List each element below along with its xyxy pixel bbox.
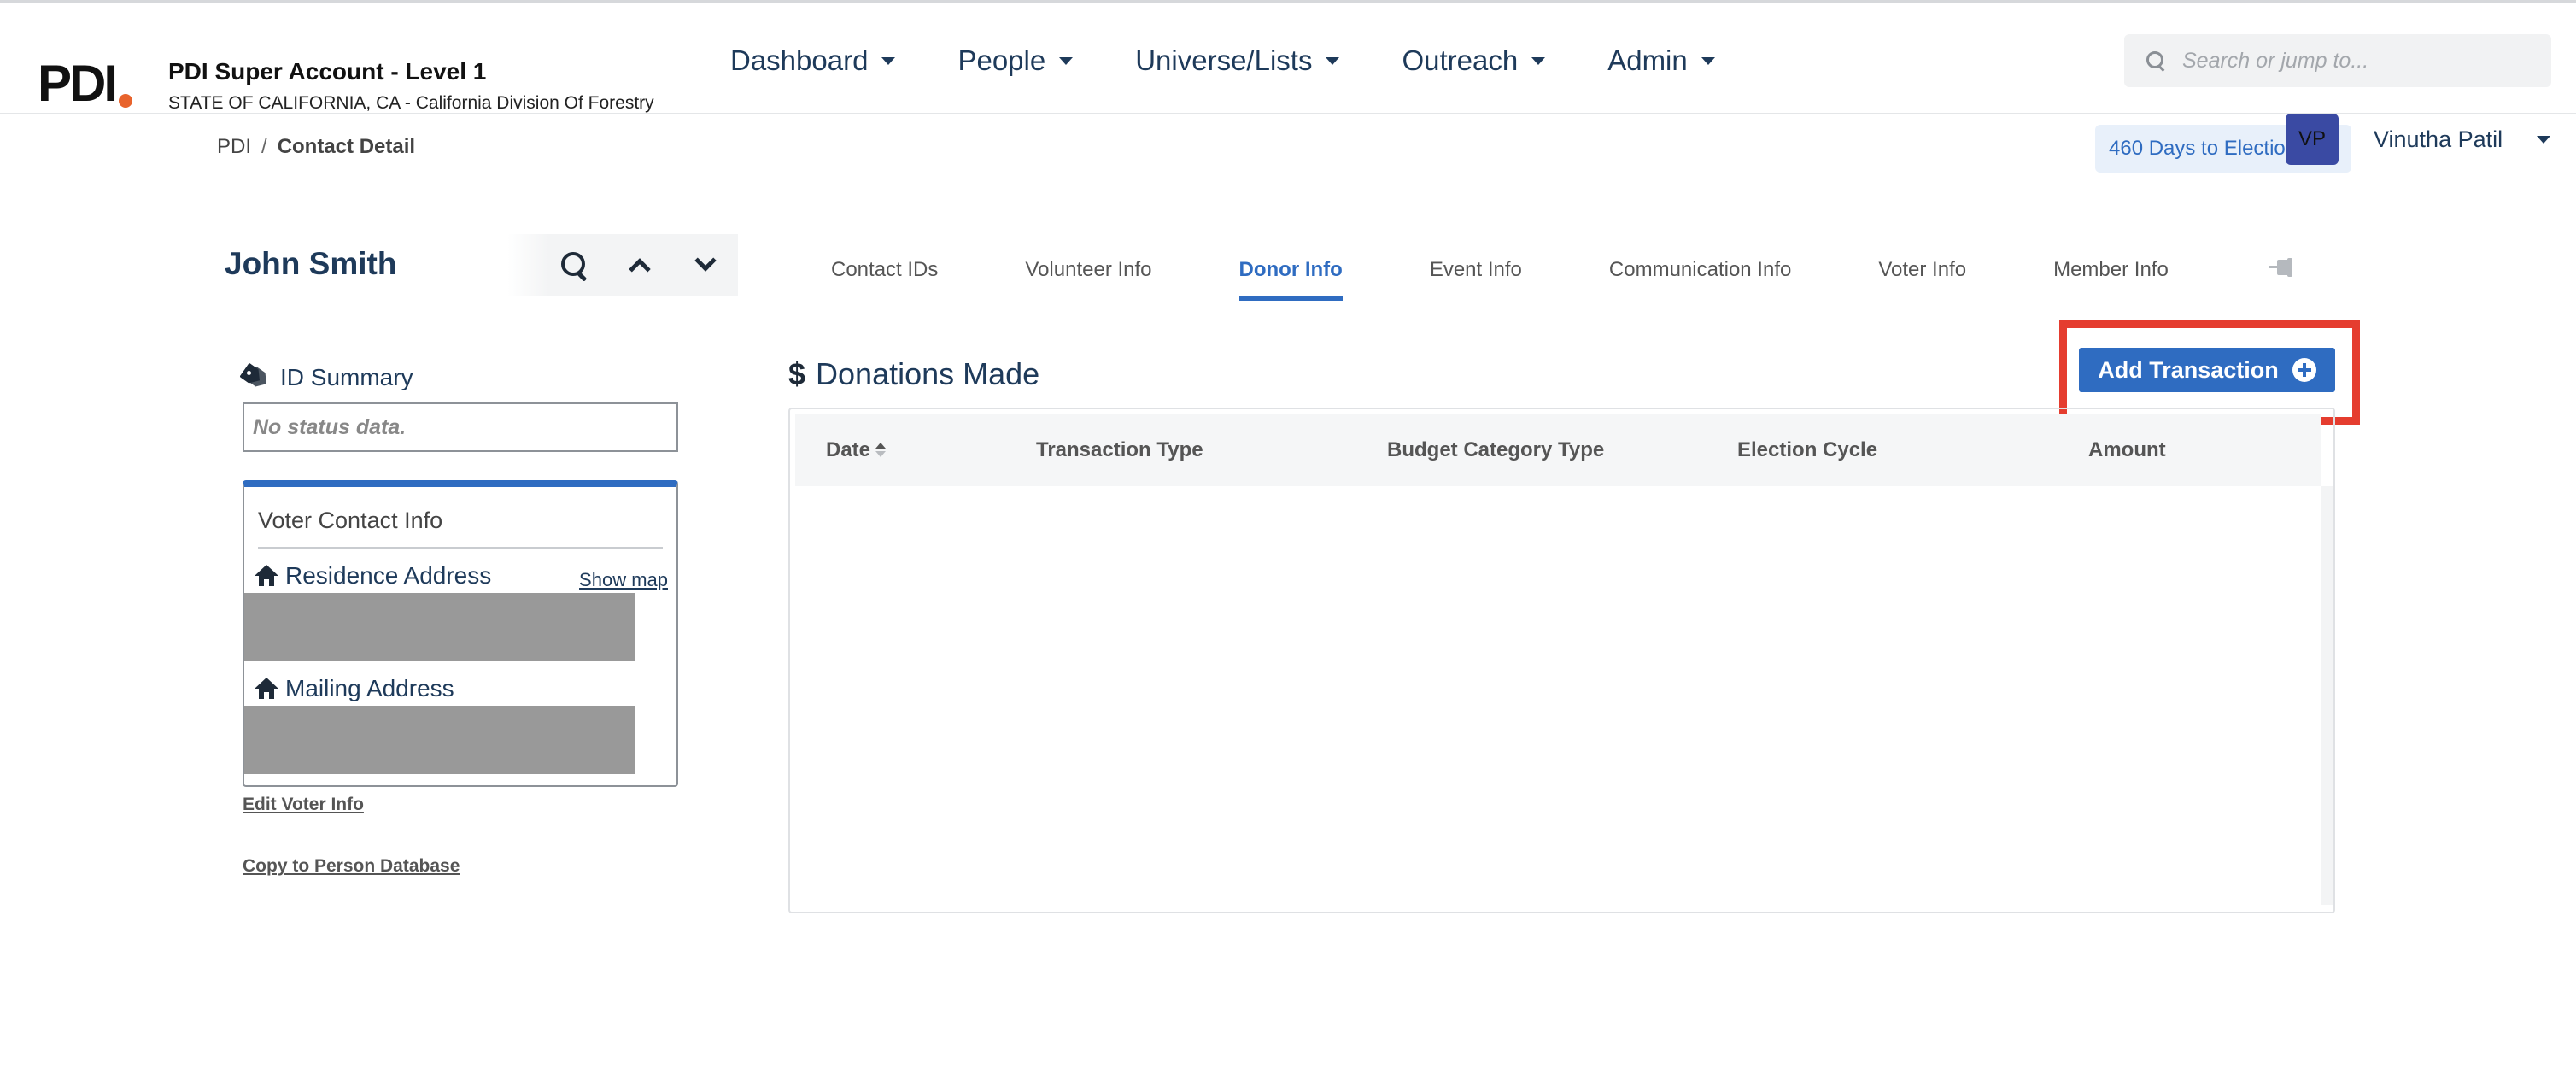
- user-name: Vinutha Patil: [2374, 126, 2503, 152]
- account-name: PDI Super Account - Level 1: [168, 58, 487, 85]
- contact-toolbar: [507, 234, 738, 296]
- pin-icon[interactable]: [2269, 258, 2296, 277]
- chevron-up-icon: [629, 258, 651, 280]
- search-icon: [561, 252, 587, 278]
- add-transaction-button[interactable]: Add Transaction: [2079, 348, 2335, 392]
- user-menu[interactable]: Vinutha Patil: [2374, 126, 2551, 153]
- nav-admin[interactable]: Admin: [1607, 44, 1715, 77]
- id-summary-label: ID Summary: [280, 364, 413, 390]
- caret-down-icon: [1326, 56, 1340, 65]
- search-icon: [2146, 51, 2165, 70]
- tags-icon: [243, 367, 272, 389]
- show-map-link[interactable]: Show map: [579, 569, 668, 591]
- tab-donor-info[interactable]: Donor Info: [1238, 239, 1344, 301]
- caret-down-icon: [1531, 56, 1546, 65]
- voter-contact-card: Voter Contact Info Residence Address Sho…: [243, 480, 678, 787]
- table-body: [795, 486, 2321, 905]
- nav-dashboard[interactable]: Dashboard: [730, 44, 896, 77]
- pdi-logo[interactable]: PDI: [38, 58, 133, 109]
- id-summary-heading: ID Summary: [243, 364, 413, 391]
- residence-address-heading: Residence Address: [255, 562, 491, 590]
- donations-title: Donations Made: [816, 356, 1040, 391]
- global-search[interactable]: [2124, 34, 2551, 87]
- tab-event-info[interactable]: Event Info: [1430, 239, 1522, 301]
- logo-text: PDI: [38, 55, 118, 112]
- app-header: PDI PDI Super Account - Level 1 STATE OF…: [0, 3, 2576, 114]
- divider: [258, 547, 663, 549]
- nav-universe-lists[interactable]: Universe/Lists: [1135, 44, 1340, 77]
- chevron-down-icon: [694, 249, 717, 272]
- contact-tabs: Contact IDs Volunteer Info Donor Info Ev…: [831, 239, 2256, 301]
- nav-label: People: [957, 44, 1046, 76]
- avatar[interactable]: VP: [2286, 114, 2339, 165]
- copy-to-person-database-link[interactable]: Copy to Person Database: [243, 856, 460, 877]
- caret-down-icon: [1701, 56, 1715, 65]
- breadcrumb-home[interactable]: PDI: [217, 135, 251, 159]
- mailing-address-heading: Mailing Address: [255, 675, 454, 702]
- redacted-mailing-address: [244, 706, 635, 774]
- home-icon: [255, 565, 278, 587]
- residence-address-label: Residence Address: [285, 562, 492, 589]
- nav-people[interactable]: People: [957, 44, 1074, 77]
- column-header-date[interactable]: Date: [826, 414, 887, 486]
- table-header: Date Transaction Type Budget Category Ty…: [795, 414, 2321, 486]
- next-contact-button[interactable]: [672, 234, 738, 296]
- caret-down-icon: [881, 56, 896, 65]
- nav-outreach[interactable]: Outreach: [1402, 44, 1546, 77]
- column-header-transaction-type[interactable]: Transaction Type: [1036, 414, 1203, 486]
- column-label: Date: [826, 438, 871, 461]
- breadcrumb-separator: /: [261, 135, 267, 158]
- home-icon: [255, 678, 278, 700]
- nav-label: Admin: [1607, 44, 1688, 76]
- pin-cap: [2287, 258, 2292, 277]
- nav-label: Dashboard: [730, 44, 869, 76]
- nav-label: Outreach: [1402, 44, 1519, 76]
- caret-down-icon: [1059, 56, 1074, 65]
- caret-down-icon: [2537, 136, 2551, 144]
- donations-heading: $ Donations Made: [788, 356, 1039, 392]
- search-input[interactable]: [2182, 48, 2541, 73]
- voter-contact-title: Voter Contact Info: [258, 508, 443, 533]
- sort-icon: [875, 441, 887, 460]
- main-nav: Dashboard People Universe/Lists Outreach…: [730, 44, 1777, 77]
- dollar-icon: $: [788, 356, 806, 391]
- breadcrumb: PDI / Contact Detail: [217, 135, 415, 159]
- tab-member-info[interactable]: Member Info: [2053, 239, 2169, 301]
- donations-table: Date Transaction Type Budget Category Ty…: [788, 408, 2335, 913]
- tab-communication-info[interactable]: Communication Info: [1609, 239, 1791, 301]
- nav-label: Universe/Lists: [1135, 44, 1313, 76]
- contact-name: John Smith: [225, 246, 397, 281]
- redacted-residence-address: [244, 593, 635, 661]
- plus-circle-icon: [2292, 358, 2316, 382]
- logo-dot: [119, 94, 133, 108]
- edit-voter-info-link[interactable]: Edit Voter Info: [243, 795, 364, 815]
- tab-contact-ids[interactable]: Contact IDs: [831, 239, 938, 301]
- mailing-address-label: Mailing Address: [285, 675, 454, 701]
- tab-voter-info[interactable]: Voter Info: [1878, 239, 1966, 301]
- table-scrollbar[interactable]: [2321, 486, 2333, 905]
- add-transaction-label: Add Transaction: [2098, 356, 2279, 383]
- account-subtitle: STATE OF CALIFORNIA, CA - California Div…: [168, 93, 654, 113]
- column-header-election-cycle[interactable]: Election Cycle: [1737, 414, 1877, 486]
- previous-contact-button[interactable]: [607, 234, 673, 296]
- account-info: PDI Super Account - Level 1 STATE OF CAL…: [168, 57, 654, 114]
- status-box: No status data.: [243, 402, 678, 452]
- column-header-amount[interactable]: Amount: [2088, 414, 2166, 486]
- contact-search-button[interactable]: [542, 234, 607, 296]
- column-header-budget-category-type[interactable]: Budget Category Type: [1387, 414, 1604, 486]
- breadcrumb-current: Contact Detail: [277, 135, 416, 158]
- tab-volunteer-info[interactable]: Volunteer Info: [1025, 239, 1151, 301]
